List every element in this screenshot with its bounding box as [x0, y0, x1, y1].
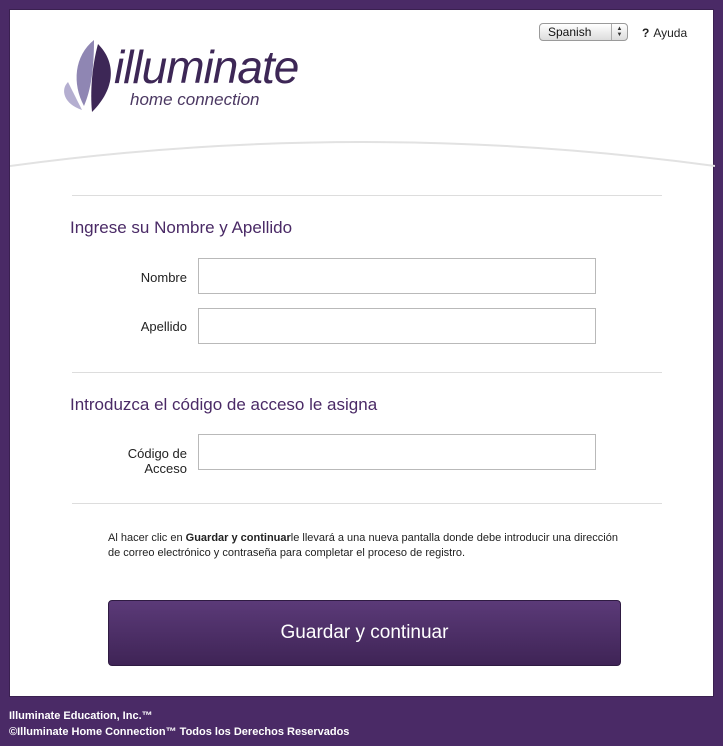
name-section-title: Ingrese su Nombre y Apellido: [70, 218, 293, 237]
select-stepper-icon: ▲ ▼: [611, 24, 627, 40]
logo-wordmark: illuminate: [114, 41, 299, 93]
access-code-label-line1: Código de: [127, 446, 187, 461]
logo-tagline: home connection: [130, 90, 260, 109]
language-select-value: Spanish: [548, 25, 592, 39]
main-card: Spanish ▲ ▼ ? Ayuda illuminate home conne…: [9, 9, 715, 697]
access-code-label: Código de Acceso: [67, 446, 187, 476]
divider: [72, 372, 662, 373]
access-code-label-line2: Acceso: [144, 461, 187, 476]
last-name-input[interactable]: [198, 308, 596, 344]
help-link[interactable]: ? Ayuda: [642, 26, 687, 40]
footer-copyright: ©Illuminate Home Connection™ Todos los D…: [9, 726, 350, 738]
help-label: Ayuda: [653, 26, 688, 40]
first-name-input[interactable]: [198, 258, 596, 294]
save-continue-button[interactable]: Guardar y continuar: [108, 600, 621, 666]
access-code-input[interactable]: [198, 434, 596, 470]
help-icon: ?: [642, 26, 650, 40]
registration-info-text: Al hacer clic en Guardar y continuarle l…: [108, 531, 628, 561]
footer: Illuminate Education, Inc.™ ©Illuminate …: [9, 708, 349, 740]
footer-company: Illuminate Education, Inc.™: [9, 710, 153, 722]
last-name-label: Apellido: [140, 319, 187, 334]
language-select[interactable]: Spanish ▲ ▼: [539, 23, 628, 41]
logo: illuminate home connection: [50, 30, 330, 120]
info-bold: Guardar y continuar: [185, 532, 291, 544]
first-name-label: Nombre: [140, 270, 187, 285]
info-prefix: Al hacer clic en: [108, 532, 186, 544]
divider: [72, 195, 662, 196]
header-curve: [10, 141, 715, 167]
divider: [72, 503, 662, 504]
code-section-title: Introduzca el código de acceso le asigna: [70, 395, 378, 414]
